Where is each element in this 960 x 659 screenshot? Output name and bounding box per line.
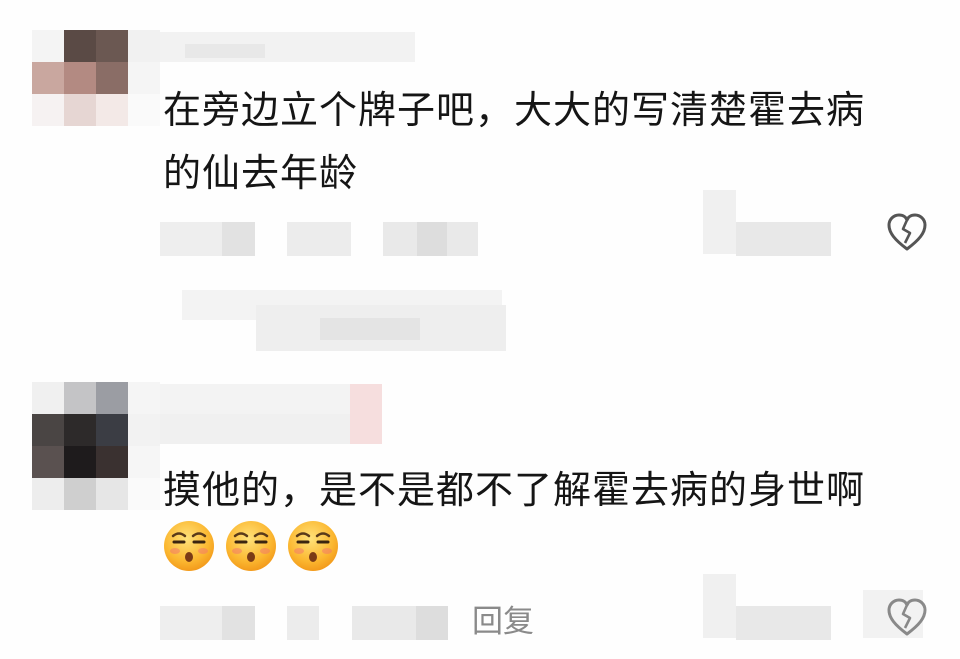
avatar[interactable]	[32, 30, 160, 126]
avatar-pixel	[64, 94, 96, 126]
avatar-pixel	[128, 94, 160, 126]
like-count-blurred	[736, 606, 831, 640]
avatar-pixel	[128, 446, 160, 478]
username-blurred	[160, 384, 350, 414]
avatar-pixel	[64, 446, 96, 478]
username-blurred	[350, 384, 382, 444]
avatar-pixel	[96, 446, 128, 478]
avatar-pixel	[96, 414, 128, 446]
avatar-pixel	[64, 382, 96, 414]
comment-meta-blurred	[222, 222, 255, 256]
broken-heart-icon[interactable]	[885, 211, 929, 255]
avatar-pixel	[96, 30, 128, 62]
avatar-pixel	[96, 382, 128, 414]
avatar-pixel	[128, 414, 160, 446]
avatar-pixel	[96, 62, 128, 94]
smug-face-emoji	[226, 521, 276, 571]
avatar-pixel	[64, 30, 96, 62]
like-count-blurred	[703, 574, 736, 638]
avatar-pixel	[128, 62, 160, 94]
avatar[interactable]	[32, 382, 160, 510]
avatar-pixel	[32, 30, 64, 62]
avatar-pixel	[128, 382, 160, 414]
avatar-pixel	[32, 62, 64, 94]
comment-feed: 在旁边立个牌子吧，大大的写清楚霍去病 的仙去年龄 摸他的，是不是都不了解霍去病的…	[0, 0, 960, 659]
reply-button[interactable]: 回复	[472, 600, 534, 644]
avatar-pixel	[128, 478, 160, 510]
comment-meta-blurred	[417, 222, 447, 256]
avatar-pixel	[32, 478, 64, 510]
smug-face-emoji	[288, 521, 338, 571]
avatar-pixel	[96, 94, 128, 126]
like-count-blurred	[703, 190, 736, 254]
avatar-pixel	[64, 414, 96, 446]
broken-heart-icon[interactable]	[885, 596, 929, 640]
comment-text-line: 摸他的，是不是都不了解霍去病的身世啊	[163, 468, 866, 512]
avatar-pixel	[32, 446, 64, 478]
comment-text-line: 的仙去年龄	[163, 151, 359, 195]
avatar-pixel	[96, 478, 128, 510]
avatar-pixel	[128, 30, 160, 62]
username-blurred	[160, 414, 350, 444]
avatar-pixel	[64, 62, 96, 94]
avatar-pixel	[32, 414, 64, 446]
smug-face-emoji	[164, 521, 214, 571]
sub-reply-blurred	[320, 318, 420, 340]
avatar-pixel	[64, 478, 96, 510]
comment-meta-blurred	[287, 606, 319, 640]
like-count-blurred	[736, 222, 831, 256]
comment-text-line: 在旁边立个牌子吧，大大的写清楚霍去病	[163, 88, 866, 132]
comment-meta-blurred	[416, 606, 448, 640]
comment-meta-blurred	[352, 606, 416, 640]
avatar-pixel	[32, 382, 64, 414]
username-blurred	[185, 44, 265, 58]
comment-meta-blurred	[222, 606, 255, 640]
avatar-pixel	[32, 94, 64, 126]
comment-meta-blurred	[287, 222, 351, 256]
emoji-row	[162, 519, 340, 573]
